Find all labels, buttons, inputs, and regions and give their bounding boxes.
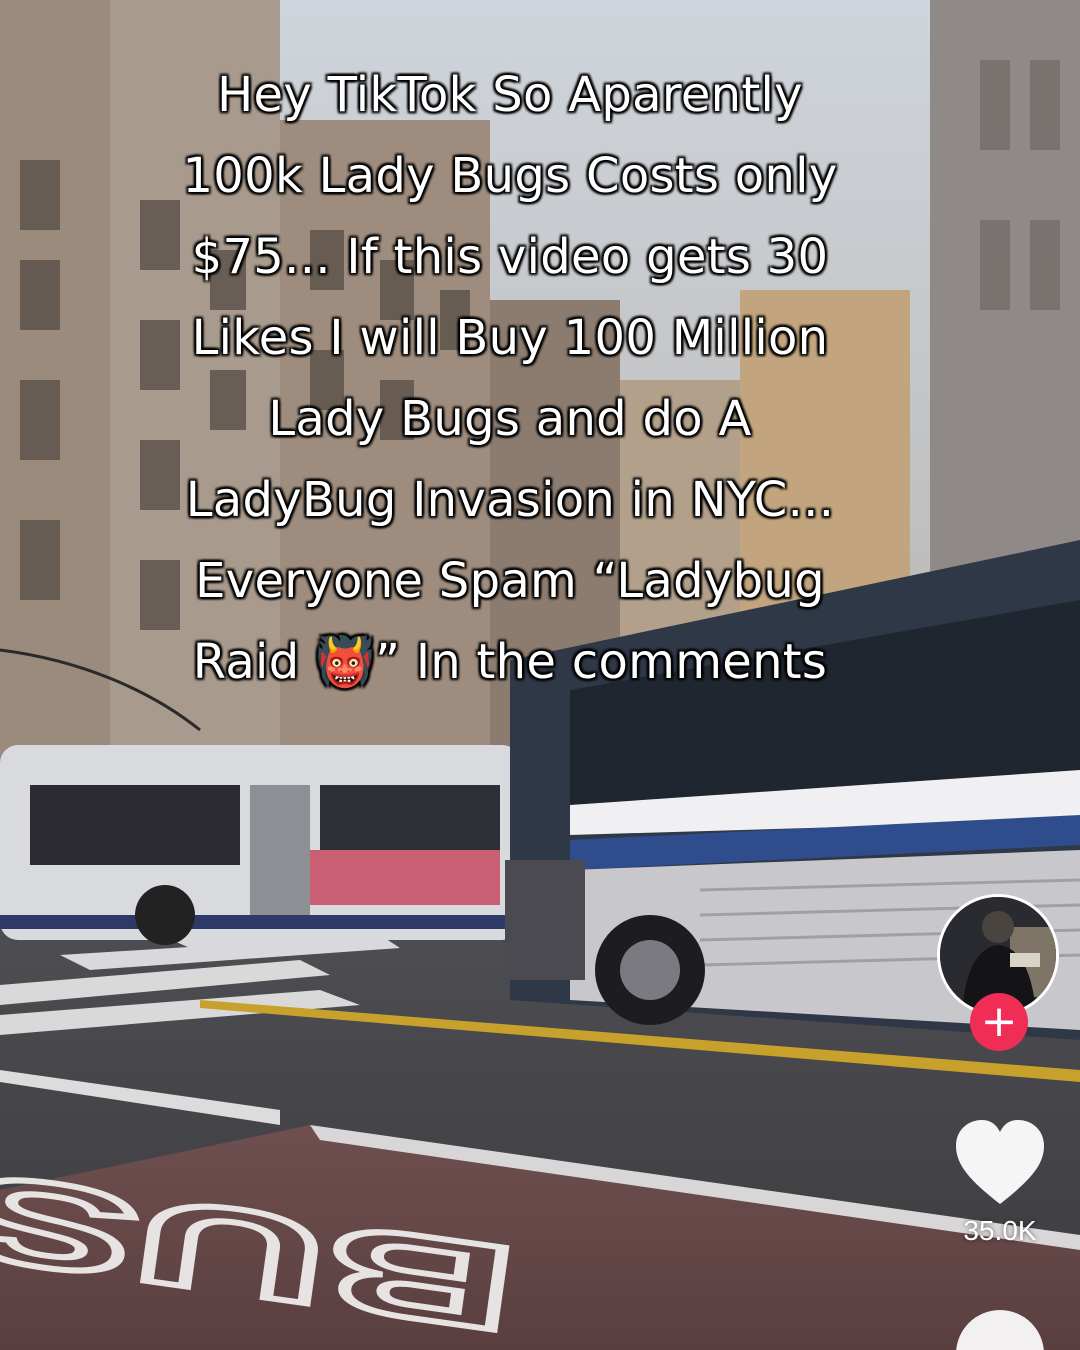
comment-bubble-icon[interactable] [956,1310,1044,1350]
follow-button[interactable]: + [970,993,1028,1051]
caption-line: Hey TikTok So Aparently [217,67,803,123]
caption-line: LadyBug Invasion in NYC... [185,472,835,528]
heart-icon[interactable] [952,1118,1048,1208]
caption-line: $75... If this video gets 30 [191,229,829,285]
video-caption: Hey TikTok So Aparently 100k Lady Bugs C… [70,55,950,703]
caption-line: 100k Lady Bugs Costs only [182,148,838,204]
caption-line: Everyone Spam “Ladybug [195,553,825,609]
action-sidebar: + 35.0K [930,890,1070,1350]
city-bus-left [0,745,520,945]
caption-line: Likes I will Buy 100 Million [191,310,829,366]
tiktok-video-screen: BUS Hey TikTok So Aparently 100k Lady Bu… [0,0,1080,1350]
caption-line: Lady Bugs and do A [268,391,752,447]
caption-line: Raid 👹” In the comments [192,634,828,690]
like-count: 35.0K [963,1215,1037,1246]
